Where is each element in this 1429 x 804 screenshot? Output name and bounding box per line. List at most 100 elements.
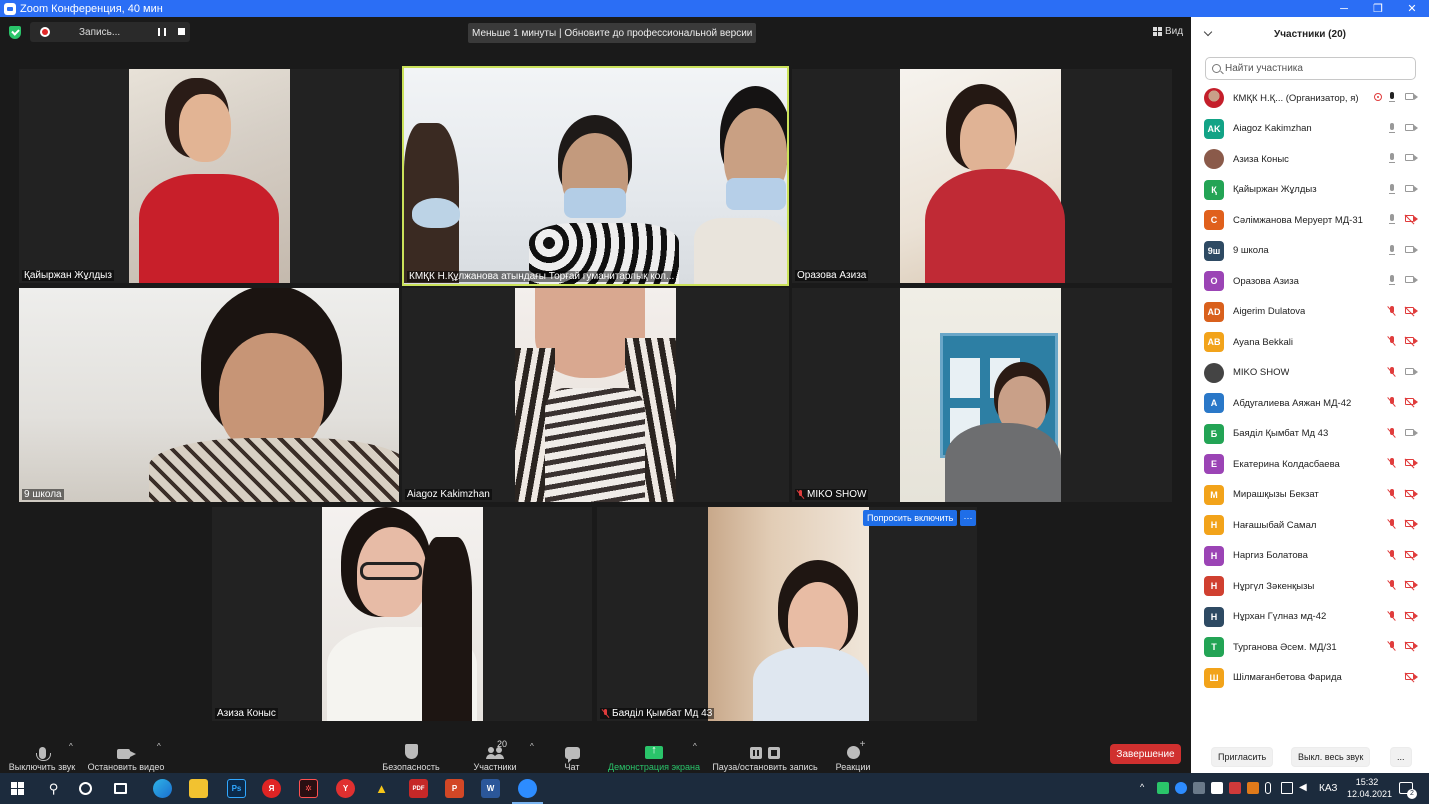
camera-off-icon[interactable] (1405, 672, 1418, 680)
microphone-muted-icon[interactable] (1389, 519, 1395, 529)
participant-search[interactable] (1205, 57, 1416, 80)
microphone-muted-icon[interactable] (1389, 549, 1395, 560)
chevron-down-icon[interactable] (1203, 27, 1213, 37)
media-app-icon[interactable]: ✲ (299, 779, 318, 798)
cortana-icon[interactable] (79, 782, 92, 795)
camera-icon[interactable] (1405, 245, 1418, 253)
video-options-chevron-icon[interactable]: ^ (157, 742, 161, 751)
share-screen-button[interactable]: Демонстрация экрана (606, 737, 702, 772)
participant-row[interactable]: С Сәлімжанова Меруерт МД-31 (1191, 205, 1429, 236)
file-explorer-icon[interactable] (189, 779, 208, 798)
camera-icon[interactable] (1405, 276, 1418, 283)
tray-display-icon[interactable] (1281, 782, 1293, 794)
word-icon[interactable]: W (481, 779, 500, 798)
video-tile[interactable]: Баяділ Қымбат Мд 43 (597, 507, 977, 721)
tray-app-icon[interactable] (1211, 782, 1223, 794)
edge-browser-icon[interactable] (153, 779, 172, 798)
video-tile[interactable]: MIKO SHOW (792, 288, 1172, 502)
microphone-muted-icon[interactable] (1389, 488, 1395, 499)
camera-off-icon[interactable] (1405, 550, 1418, 558)
pdf-app-icon[interactable]: PDF (409, 779, 428, 798)
participant-row[interactable]: MIKO SHOW (1191, 358, 1429, 389)
microphone-muted-icon[interactable] (1389, 458, 1395, 468)
microphone-muted-icon[interactable] (1389, 397, 1395, 407)
camera-off-icon[interactable] (1405, 520, 1418, 527)
participant-row[interactable]: Н Нұрхан Гүлназ мд-42 (1191, 602, 1429, 633)
pause-recording-icon[interactable] (158, 28, 166, 36)
participant-row[interactable]: Қ Қайыржан Жұлдыз (1191, 175, 1429, 206)
mute-all-button[interactable]: Выкл. весь звук (1291, 747, 1371, 767)
close-button[interactable]: ✕ (1395, 0, 1429, 17)
end-meeting-button[interactable]: Завершение (1110, 744, 1181, 764)
microphone-icon[interactable] (1389, 92, 1395, 102)
zoom-taskbar-icon[interactable] (512, 779, 543, 804)
microphone-muted-icon[interactable] (1389, 610, 1395, 621)
yandex-icon[interactable]: Я (262, 779, 281, 798)
tray-security-icon[interactable] (1157, 782, 1169, 794)
camera-icon[interactable] (1405, 123, 1418, 131)
microphone-icon[interactable] (1389, 214, 1395, 224)
participant-row[interactable]: 9ш 9 школа (1191, 236, 1429, 267)
chat-button[interactable]: Чат (557, 737, 587, 772)
participant-row[interactable]: А Абдугалиева Аяжан МД-42 (1191, 388, 1429, 419)
participant-row[interactable]: Н Наргиз Болатова (1191, 541, 1429, 572)
tray-network-icon[interactable] (1193, 782, 1205, 794)
participant-row[interactable]: Азиза Коныс (1191, 144, 1429, 175)
minimize-button[interactable]: ─ (1327, 0, 1361, 17)
participant-row[interactable]: Б Баяділ Қымбат Мд 43 (1191, 419, 1429, 450)
tray-app-icon[interactable] (1247, 782, 1259, 794)
camera-off-icon[interactable] (1405, 581, 1418, 588)
windows-start-icon[interactable] (11, 782, 24, 795)
microphone-icon[interactable] (1389, 122, 1395, 133)
camera-icon[interactable] (1405, 154, 1418, 161)
upgrade-banner[interactable]: Меньше 1 минуты | Обновите до профессион… (468, 23, 757, 43)
ask-to-unmute-button[interactable]: Попросить включить (863, 510, 958, 526)
microphone-icon[interactable] (1389, 183, 1395, 194)
microphone-muted-icon[interactable] (1389, 580, 1395, 590)
photoshop-icon[interactable]: Ps (227, 779, 246, 798)
video-tile[interactable]: Оразова Азиза (792, 69, 1172, 283)
microphone-icon[interactable] (1389, 275, 1395, 285)
maximize-button[interactable]: ❐ (1361, 0, 1395, 17)
clock[interactable]: 15:32 12.04.2021 (1347, 776, 1392, 800)
camera-icon[interactable] (1405, 93, 1418, 100)
powerpoint-icon[interactable]: P (445, 779, 464, 798)
participant-row[interactable]: AB Ayana Bekkali (1191, 327, 1429, 358)
more-options-button[interactable]: ... (1390, 747, 1412, 767)
camera-off-icon[interactable] (1405, 611, 1418, 619)
encryption-shield-icon[interactable] (9, 26, 21, 39)
microphone-muted-icon[interactable] (1389, 366, 1395, 377)
video-tile[interactable]: Aiagoz Kakimzhan (402, 288, 789, 502)
camera-off-icon[interactable] (1405, 337, 1418, 344)
tile-more-button[interactable]: ··· (960, 510, 976, 526)
camera-off-icon[interactable] (1405, 489, 1418, 497)
volume-icon[interactable]: ◀ (1299, 782, 1311, 794)
video-tile[interactable]: 9 школа (19, 288, 399, 502)
participants-options-chevron-icon[interactable]: ^ (530, 742, 534, 751)
stop-recording-icon[interactable] (178, 28, 185, 35)
microphone-muted-icon[interactable] (1389, 305, 1395, 316)
reactions-button[interactable]: Реакции (834, 737, 872, 772)
camera-icon[interactable] (1405, 428, 1418, 436)
participant-row[interactable]: КМҚК Н.Қ... (Организатор, я) (1191, 83, 1429, 114)
microphone-icon[interactable] (1389, 153, 1395, 163)
participants-button[interactable]: 20 Участники (472, 737, 518, 772)
participant-row[interactable]: AK Aiagoz Kakimzhan (1191, 114, 1429, 145)
camera-icon[interactable] (1405, 184, 1418, 192)
stop-video-button[interactable]: Остановить видео (87, 737, 165, 772)
participant-row[interactable]: Т Турганова Әсем. МД/31 (1191, 632, 1429, 663)
microphone-icon[interactable] (1389, 244, 1395, 255)
participant-row[interactable]: О Оразова Азиза (1191, 266, 1429, 297)
microphone-muted-icon[interactable] (1389, 336, 1395, 346)
mute-button[interactable]: Выключить звук (8, 737, 76, 772)
keyboard-language[interactable]: КАЗ (1319, 783, 1337, 794)
camera-off-icon[interactable] (1405, 459, 1418, 466)
participant-row[interactable]: Ш Шілмағанбетова Фарида (1191, 663, 1429, 694)
participant-row[interactable]: Н Нұргүл Зәкенқызы (1191, 571, 1429, 602)
camera-off-icon[interactable] (1405, 398, 1418, 405)
participant-row[interactable]: AD Aigerim Dulatova (1191, 297, 1429, 328)
security-button[interactable]: Безопасность (380, 737, 442, 772)
search-input[interactable] (1225, 63, 1405, 74)
audio-options-chevron-icon[interactable]: ^ (69, 742, 73, 751)
task-view-icon[interactable] (114, 783, 127, 794)
